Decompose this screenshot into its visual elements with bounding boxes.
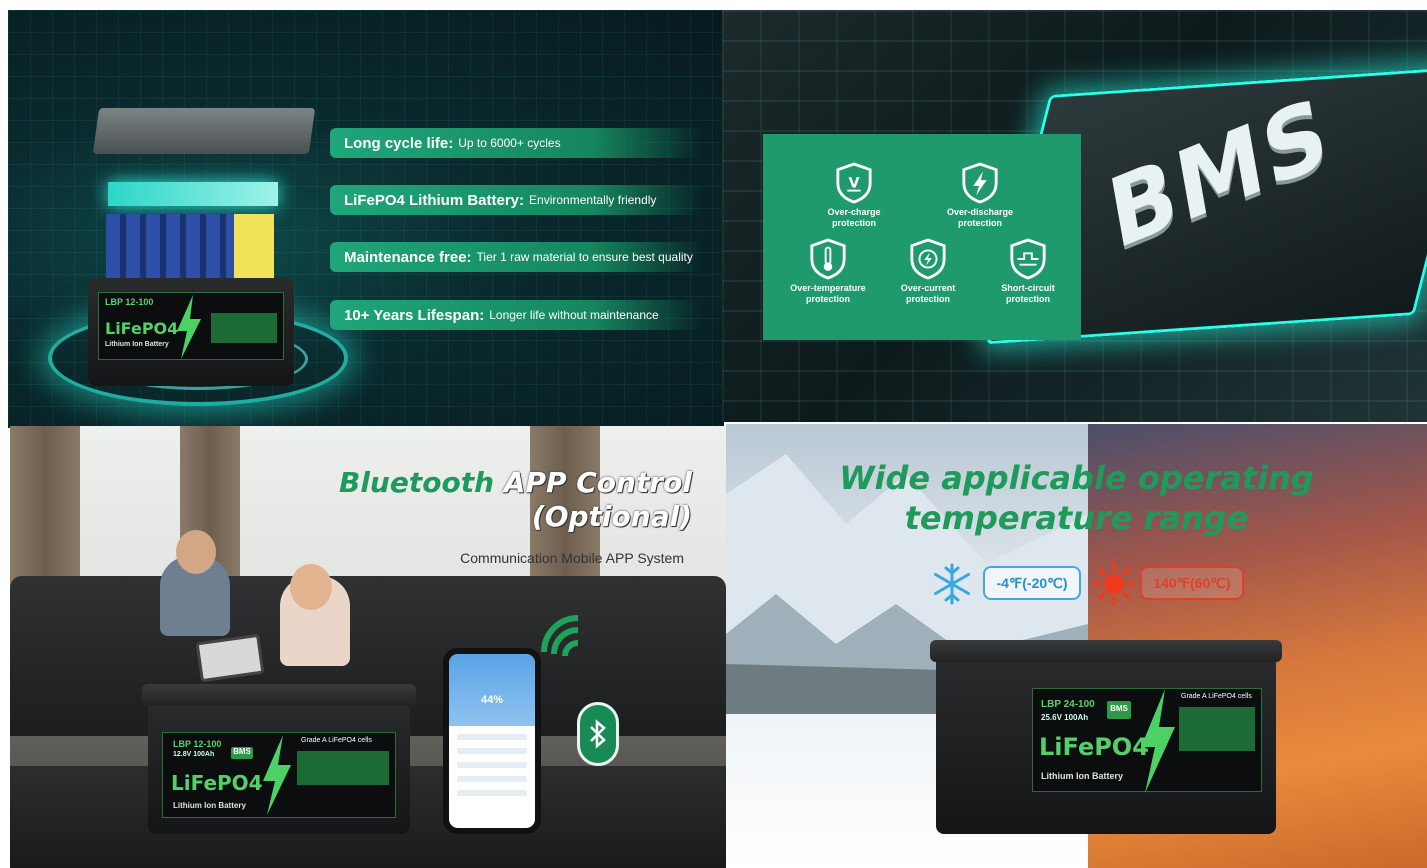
app-percent: 44% xyxy=(480,694,504,706)
feature-title: 10+ Years Lifespan: xyxy=(344,306,485,324)
app-row xyxy=(457,734,527,740)
bms-panel: BMS V Over-charge protection Over-discha… xyxy=(722,10,1427,422)
protection-line2: protection xyxy=(906,294,950,304)
battery-sub: Lithium Ion Battery xyxy=(173,801,246,810)
wifi-icon xyxy=(541,615,579,657)
battery-label: LBP 12-100 LiFePO4 Lithium Ion Battery xyxy=(98,292,284,360)
title-line2: temperature range xyxy=(904,499,1249,537)
battery-case: LBP 12-100 12.8V 100Ah BMS Grade A LiFeP… xyxy=(142,684,416,834)
family-figure xyxy=(176,530,216,574)
battery-chem: LiFePO4 xyxy=(105,319,179,338)
feature-title: Long cycle life: xyxy=(344,134,454,152)
grade-text: Grade A LiFePO4 cells xyxy=(301,737,372,744)
features-panel: LBP 12-100 LiFePO4 Lithium Ion Battery L… xyxy=(8,10,724,428)
feature-item: LiFePO4 Lithium Battery: Environmentally… xyxy=(330,185,702,215)
product-collage: LBP 12-100 LiFePO4 Lithium Ion Battery L… xyxy=(0,0,1427,868)
bluetooth-subtitle: Communication Mobile APP System xyxy=(460,550,684,566)
protection-line1: Over-charge xyxy=(827,207,881,217)
title-white: APP Control xyxy=(503,466,692,499)
bluetooth-panel: Bluetooth APP Control (Optional) Communi… xyxy=(10,426,726,868)
protection-line1: Short-circuit xyxy=(1001,283,1055,293)
feature-title: LiFePO4 Lithium Battery: xyxy=(344,191,525,209)
battery-sub: Lithium Ion Battery xyxy=(1041,771,1124,781)
feature-desc: Longer life without maintenance xyxy=(489,308,659,322)
phone: 44% xyxy=(443,648,541,834)
title-optional: (Optional) xyxy=(531,500,692,533)
current-shield-icon xyxy=(910,238,946,280)
protection-item: V Over-charge protection xyxy=(799,162,909,229)
battery-lid xyxy=(92,108,316,154)
protection-box: V Over-charge protection Over-discharge … xyxy=(763,134,1081,340)
voltage-shield-icon: V xyxy=(836,162,872,204)
app-row xyxy=(457,748,527,754)
battery-label: LBP 12-100 12.8V 100Ah BMS Grade A LiFeP… xyxy=(162,732,396,818)
battery-label: LBP 24-100 25.6V 100Ah BMS Grade A LiFeP… xyxy=(1032,688,1262,793)
cold-temp-badge: -4℉(-20℃) xyxy=(983,566,1081,600)
protection-line2: protection xyxy=(958,218,1002,228)
battery-lid xyxy=(142,684,416,706)
protection-line2: protection xyxy=(832,218,876,228)
temperature-panel: Wide applicable operating temperature ra… xyxy=(726,424,1427,868)
circuit-shield-icon xyxy=(1010,238,1046,280)
battery-chem: LiFePO4 xyxy=(1039,733,1149,761)
app-row xyxy=(457,762,527,768)
protection-line1: Over-current xyxy=(900,283,956,293)
thermometer-shield-icon xyxy=(810,238,846,280)
battery-spec: 25.6V 100Ah xyxy=(1041,713,1089,722)
feature-desc: Environmentally friendly xyxy=(529,193,657,207)
spec-block xyxy=(211,313,277,343)
hot-temp-badge: 140℉(60℃) xyxy=(1140,566,1244,600)
protection-line2: protection xyxy=(806,294,850,304)
cell-plate xyxy=(108,182,278,206)
temperature-title: Wide applicable operating temperature ra… xyxy=(726,458,1427,538)
protection-line1: Over-temperature xyxy=(790,283,866,293)
protection-line1: Over-discharge xyxy=(946,207,1014,217)
battery-case: LBP 24-100 25.6V 100Ah BMS Grade A LiFeP… xyxy=(930,640,1282,834)
protection-item: Over-temperature protection xyxy=(773,238,883,305)
title-line1: Wide applicable operating xyxy=(839,459,1314,497)
battery-chem: LiFePO4 xyxy=(171,771,263,795)
app-header xyxy=(449,654,535,726)
title-green: Bluetooth xyxy=(338,466,495,499)
bluetooth-title: Bluetooth APP Control (Optional) xyxy=(339,466,692,534)
battery-sub: Lithium Ion Battery xyxy=(105,341,169,348)
battery-model: LBP 24-100 xyxy=(1041,699,1095,710)
phone-screen: 44% xyxy=(449,654,535,828)
app-row xyxy=(457,776,527,782)
family-figure xyxy=(290,564,332,610)
cell-end xyxy=(234,214,274,284)
battery-model: LBP 12-100 xyxy=(173,739,222,749)
protection-item: Over-current protection xyxy=(873,238,983,305)
bluetooth-icon xyxy=(577,702,619,766)
battery-model: LBP 12-100 xyxy=(105,297,154,307)
feature-item: 10+ Years Lifespan: Longer life without … xyxy=(330,300,702,330)
feature-desc: Tier 1 raw material to ensure best quali… xyxy=(476,250,693,264)
app-row xyxy=(457,790,527,796)
battery-spec: 12.8V 100Ah xyxy=(173,751,215,758)
snowflake-icon xyxy=(934,563,970,605)
feature-desc: Up to 6000+ cycles xyxy=(458,136,561,150)
grade-text: Grade A LiFePO4 cells xyxy=(1181,693,1252,700)
protection-item: Over-discharge protection xyxy=(925,162,1035,229)
svg-text:V: V xyxy=(848,176,859,192)
protection-item: Short-circuit protection xyxy=(973,238,1083,305)
bolt-icon xyxy=(177,295,201,359)
feature-item: Maintenance free: Tier 1 raw material to… xyxy=(330,242,702,272)
spec-block xyxy=(297,751,389,785)
feature-title: Maintenance free: xyxy=(344,248,472,266)
feature-item: Long cycle life: Up to 6000+ cycles xyxy=(330,128,702,158)
bolt-shield-icon xyxy=(962,162,998,204)
battery-lid xyxy=(930,640,1282,662)
sun-icon xyxy=(1092,562,1136,606)
battery-case: LBP 12-100 LiFePO4 Lithium Ion Battery xyxy=(88,278,294,386)
bms-badge: BMS xyxy=(231,747,253,759)
protection-line2: protection xyxy=(1006,294,1050,304)
bolt-icon xyxy=(263,735,291,815)
bms-badge: BMS xyxy=(1107,701,1131,719)
spec-block xyxy=(1179,707,1255,751)
